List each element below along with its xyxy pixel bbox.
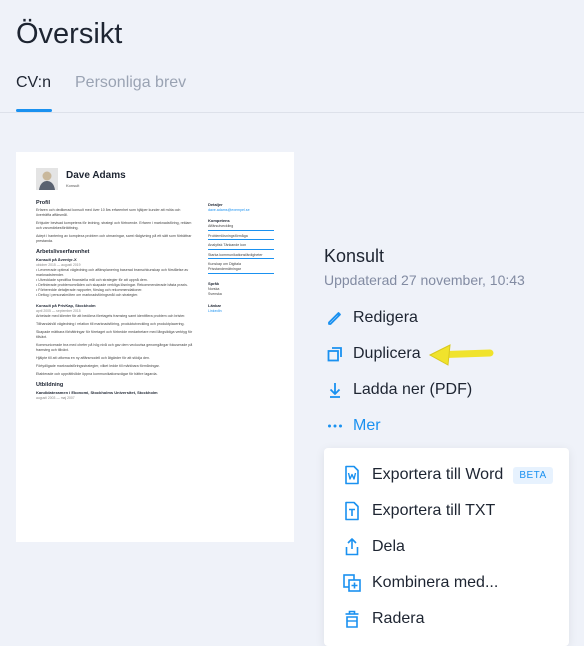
experience-heading: Arbetslivserfarenhet <box>36 249 90 255</box>
resume-name: Dave Adams <box>66 170 126 181</box>
export-word-label: Exportera till Word <box>372 466 504 483</box>
edit-button[interactable]: Redigera <box>324 305 418 331</box>
trash-icon <box>341 608 363 630</box>
job-date: april 2005 — september 2015 <box>36 309 81 313</box>
skill-item: Affärsutveckling <box>208 224 274 231</box>
duplicate-button[interactable]: Duplicera <box>324 341 421 367</box>
delete-item[interactable]: Radera <box>324 602 569 636</box>
resume-role: Konsult <box>66 183 80 188</box>
export-txt-label: Exportera till TXT <box>372 502 496 519</box>
job-title: Konsult på Äventyr-X <box>36 257 77 262</box>
export-word-item[interactable]: Exportera till Word BETA <box>324 458 569 492</box>
skill-item: Starka kommunikationsfärdigheter <box>208 253 274 260</box>
skills-heading: Kompetens <box>208 218 230 223</box>
pencil-icon <box>324 307 346 329</box>
job-title: Konsult på PrivKap, Stockholm <box>36 303 96 308</box>
profile-paragraph: Erfaren och dedikerad konsult med över 1… <box>36 208 181 217</box>
combine-icon <box>341 572 363 594</box>
edit-label: Redigera <box>353 309 418 326</box>
active-tab-indicator <box>16 109 52 112</box>
education-date: augusti 2003 — maj 2007 <box>36 396 75 400</box>
skill-item: Analytisk Tänkande kon <box>208 243 274 250</box>
text-file-icon <box>341 500 363 522</box>
profile-heading: Profil <box>36 200 51 206</box>
job-paragraph: Skapade mätbara förbättringar för företa… <box>36 330 193 339</box>
duplicate-label: Duplicera <box>353 345 421 362</box>
download-icon <box>324 379 346 401</box>
profile-paragraph: Adept i hantering av komplexa problem oc… <box>36 234 192 243</box>
resume-sidebar: Detaljer dave.adams@exempel.se Kompetens… <box>208 202 274 319</box>
more-menu: Exportera till Word BETA Exportera till … <box>324 448 569 646</box>
tab-cv[interactable]: CV:n <box>16 74 51 92</box>
education-heading: Utbildning <box>36 382 64 388</box>
job-paragraph: Arbetade med klienter för att bedöma för… <box>36 314 186 318</box>
beta-badge: BETA <box>513 466 553 484</box>
tab-cover-letters[interactable]: Personliga brev <box>75 74 186 92</box>
email-link: dave.adams@exempel.se <box>208 208 250 212</box>
skill-item: Kunskap om Digitala Prisstandemätningar <box>208 262 274 274</box>
combine-item[interactable]: Kombinera med... <box>324 566 569 600</box>
more-dots-icon <box>324 415 346 437</box>
linkedin-link: LinkedIn <box>208 308 222 313</box>
resume-preview[interactable]: Dave Adams Konsult Profil Erfaren och de… <box>16 152 294 542</box>
yellow-arrow-annotation <box>428 344 494 366</box>
links-heading: Länkar <box>208 302 222 308</box>
download-pdf-button[interactable]: Ladda ner (PDF) <box>324 377 472 403</box>
more-label: Mer <box>353 417 381 434</box>
download-pdf-label: Ladda ner (PDF) <box>353 381 473 398</box>
tab-bar: CV:n Personliga brev <box>0 70 584 113</box>
profile-paragraph: Erbjuder bevisad kompetens för ledning, … <box>36 221 192 230</box>
details-heading: Detaljer <box>208 202 223 207</box>
delete-label: Radera <box>372 610 425 627</box>
skill-item: Problemlösningsförmåga <box>208 234 274 241</box>
word-file-icon <box>341 464 363 486</box>
document-updated: Uppdaterad 27 november, 10:43 <box>324 272 525 288</box>
duplicate-icon <box>324 343 346 365</box>
resume-main-column: Profil Erfaren och dedikerad konsult med… <box>36 200 194 401</box>
document-title: Konsult <box>324 246 385 266</box>
share-item[interactable]: Dela <box>324 530 569 564</box>
job-paragraph: Tillhandahöll vägledning i relation till… <box>36 322 185 326</box>
share-icon <box>341 536 363 558</box>
share-label: Dela <box>372 538 405 555</box>
page-title: Översikt <box>16 18 123 50</box>
job-bullet: • Levererade optimal vägledning och affä… <box>36 268 189 277</box>
job-date: oktober 2015 — augusti 2019 <box>36 263 81 267</box>
more-button[interactable]: Mer <box>324 413 381 439</box>
languages-heading: Språk <box>208 280 220 286</box>
combine-label: Kombinera med... <box>372 574 499 591</box>
export-txt-item[interactable]: Exportera till TXT <box>324 494 569 528</box>
avatar <box>36 168 58 190</box>
education-title: Kandidatexamen i Ekonomi, Stockholms Uni… <box>36 390 158 395</box>
job-paragraph: Kommunicerade bra med chefer på hög nivå… <box>36 343 193 352</box>
